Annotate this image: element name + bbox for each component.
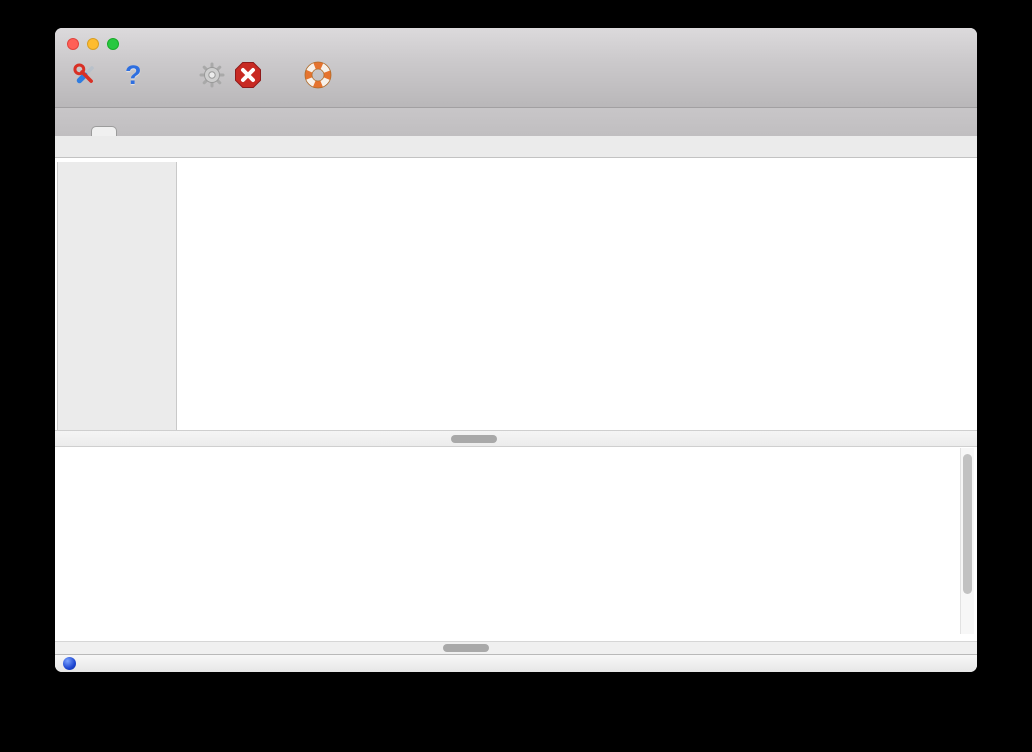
toolbar: ? — [55, 60, 977, 108]
close-window-icon[interactable] — [67, 38, 79, 50]
pane-splitter[interactable] — [55, 430, 977, 447]
status-bar — [55, 654, 977, 672]
row-label-column-background — [57, 162, 177, 430]
status-indicator-icon — [63, 657, 76, 670]
app-window: ? — [55, 28, 977, 672]
result-tab-bar — [55, 136, 977, 158]
run-button[interactable] — [198, 60, 226, 90]
ask-for-help-button[interactable] — [304, 60, 332, 90]
stop-icon — [234, 60, 262, 90]
bottom-splitter[interactable] — [55, 641, 977, 654]
scrollbar-thumb[interactable] — [963, 454, 972, 594]
vertical-scrollbar[interactable] — [960, 448, 974, 634]
rotamer-detail-pane — [55, 158, 977, 430]
splitter-grip-icon[interactable] — [451, 435, 497, 443]
minimize-window-icon[interactable] — [87, 38, 99, 50]
tools-icon — [71, 60, 99, 90]
splitter-grip-icon[interactable] — [443, 644, 489, 652]
zoom-window-icon[interactable] — [107, 38, 119, 50]
rotamer-summary-pane — [55, 447, 977, 641]
lifebuoy-icon — [304, 60, 332, 90]
preferences-button[interactable] — [71, 60, 99, 90]
abort-button[interactable] — [234, 60, 262, 90]
traffic-lights — [67, 38, 119, 50]
question-icon: ? — [125, 60, 142, 90]
tab-configure[interactable] — [65, 127, 89, 136]
gear-icon — [198, 60, 226, 90]
document-tab-bar — [55, 108, 977, 136]
title-bar[interactable] — [55, 28, 977, 60]
tab-structurecomparison-1[interactable] — [91, 126, 117, 136]
help-button[interactable]: ? — [125, 60, 142, 90]
